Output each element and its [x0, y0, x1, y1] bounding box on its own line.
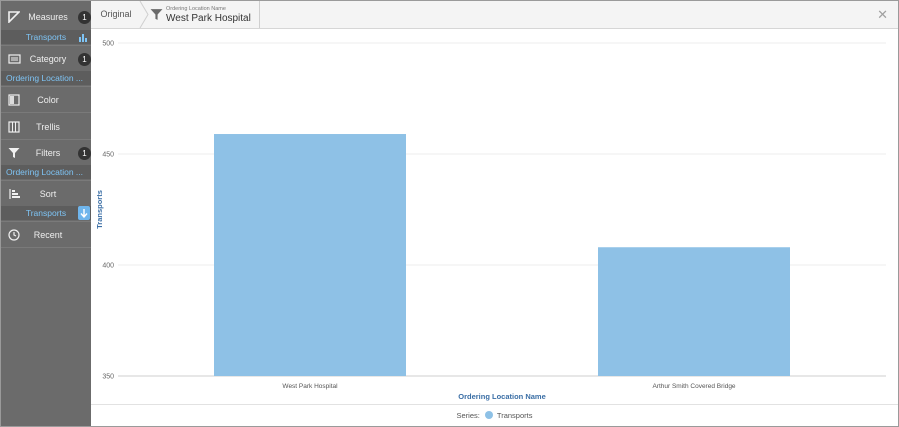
- y-tick-label: 450: [102, 152, 114, 159]
- tab-original[interactable]: Original: [91, 1, 141, 28]
- sidebar-item-measures[interactable]: Measures 1: [1, 7, 91, 27]
- filters-value-pill[interactable]: Ordering Location ...: [1, 165, 91, 179]
- legend-prefix: Series:: [456, 411, 480, 420]
- y-tick-label: 500: [102, 41, 114, 48]
- legend: Series: Transports: [91, 411, 898, 420]
- sort-direction-icon[interactable]: [78, 206, 90, 220]
- sidebar-divider: [1, 139, 91, 140]
- bar[interactable]: [214, 134, 406, 376]
- app-frame: Measures 1 Transports Category 1 Orderin…: [0, 0, 899, 427]
- y-tick-label: 400: [102, 263, 114, 270]
- sidebar-label-color: Color: [37, 95, 59, 105]
- sidebar-divider: [1, 86, 91, 87]
- measures-value-pill[interactable]: Transports: [1, 30, 91, 44]
- sidebar-label-sort: Sort: [39, 189, 57, 199]
- sidebar-label-trellis: Trellis: [36, 122, 60, 132]
- y-tick-label: 350: [102, 374, 114, 381]
- sidebar-label-recent: Recent: [33, 230, 63, 240]
- breadcrumb-filter-value: West Park Hospital: [166, 13, 251, 24]
- chart-footer: Series: Transports: [91, 404, 898, 426]
- filters-count-badge: 1: [78, 147, 91, 160]
- sidebar-divider: [1, 45, 91, 46]
- category-count-badge: 1: [78, 53, 91, 66]
- x-tick-label: Arthur Smith Covered Bridge: [652, 383, 735, 390]
- sidebar-item-trellis[interactable]: Trellis: [1, 117, 91, 137]
- legend-series-label[interactable]: Transports: [497, 411, 533, 420]
- sidebar-divider: [1, 180, 91, 181]
- x-tick-label: West Park Hospital: [282, 383, 338, 390]
- header-bar: Original Ordering Location Name West Par…: [91, 1, 898, 29]
- filter-icon: [150, 8, 163, 26]
- breadcrumb-filter-field: Ordering Location Name: [166, 6, 226, 12]
- sidebar: Measures 1 Transports Category 1 Orderin…: [1, 1, 91, 426]
- breadcrumb-filter[interactable]: Ordering Location Name West Park Hospita…: [149, 1, 260, 28]
- chart-type-icon[interactable]: [78, 32, 88, 44]
- legend-series-swatch[interactable]: [484, 411, 493, 419]
- close-icon[interactable]: ✕: [877, 7, 888, 23]
- sidebar-item-filters[interactable]: Filters 1: [1, 143, 91, 163]
- sort-value-pill[interactable]: Transports: [1, 206, 91, 220]
- sidebar-divider: [1, 112, 91, 113]
- bar-chart: 350 400 450 500 West Park Hospital Arthur Smi…: [95, 41, 886, 401]
- sidebar-divider: [1, 247, 91, 248]
- x-axis-title: Ordering Location Name: [458, 392, 546, 401]
- sidebar-item-category[interactable]: Category 1: [1, 49, 91, 69]
- sidebar-item-recent[interactable]: Recent: [1, 225, 91, 245]
- bar[interactable]: [598, 247, 790, 376]
- measures-count-badge: 1: [78, 11, 91, 24]
- breadcrumb-separator-icon: [139, 1, 149, 28]
- y-axis-title: Transports: [95, 190, 104, 229]
- sidebar-item-sort[interactable]: Sort: [1, 184, 91, 204]
- category-value-pill[interactable]: Ordering Location ...: [1, 71, 91, 85]
- sidebar-divider: [1, 221, 91, 222]
- sidebar-item-color[interactable]: Color: [1, 90, 91, 110]
